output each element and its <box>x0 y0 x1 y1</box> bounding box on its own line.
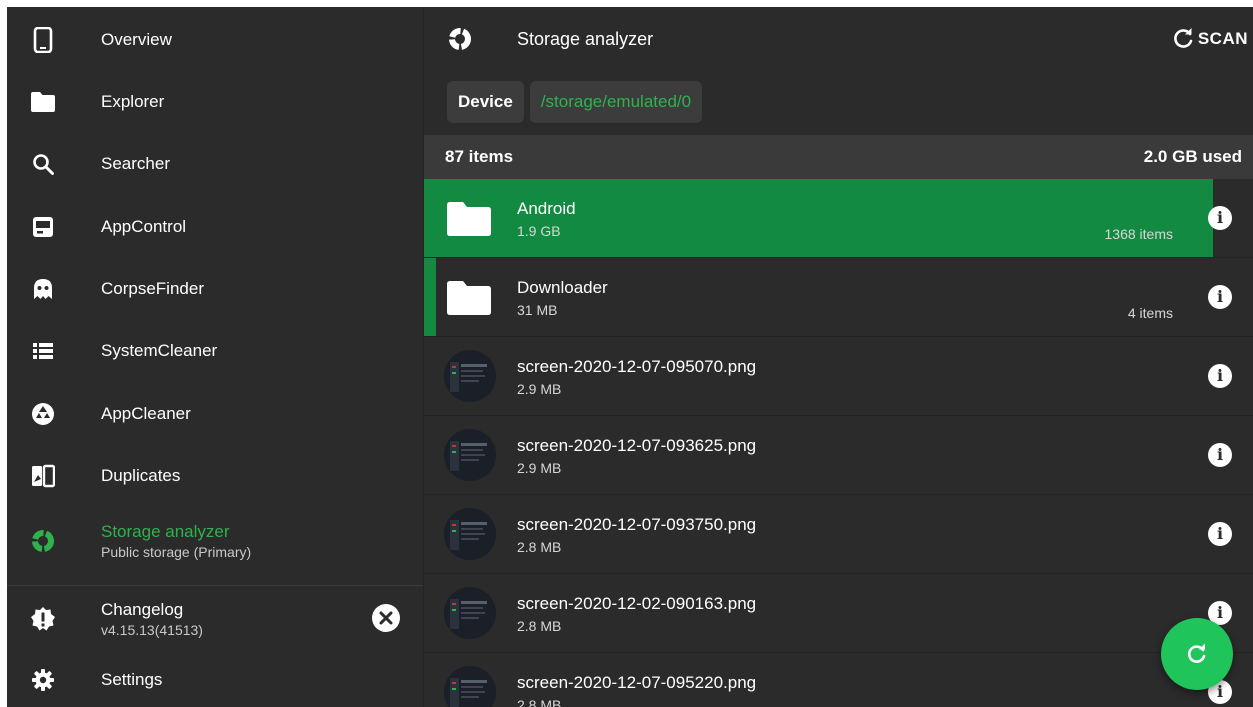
duplicates-icon <box>30 463 56 489</box>
file-size: 2.9 MB <box>517 381 562 397</box>
nav-item-systemcleaner[interactable]: SystemCleaner <box>7 320 423 382</box>
image-thumbnail <box>444 666 496 707</box>
recycle-icon <box>30 401 56 427</box>
navigation-drawer: Overview Explorer Searcher AppControl Co <box>7 7 423 707</box>
nav-label: SystemCleaner <box>101 341 218 360</box>
app-window-icon <box>30 214 56 240</box>
info-icon[interactable]: i <box>1208 364 1232 388</box>
file-row[interactable]: Android 1.9 GB 1368 items i <box>424 179 1253 258</box>
file-name: Android <box>517 199 576 218</box>
info-icon[interactable]: i <box>1208 443 1232 467</box>
used-space: 2.0 GB used <box>1143 147 1242 166</box>
nav-label: Searcher <box>101 154 170 173</box>
scan-button[interactable]: SCAN <box>1172 25 1248 53</box>
nav-sublabel: v4.15.13(41513) <box>101 622 203 638</box>
item-count: 1368 items <box>1104 226 1173 242</box>
item-count: 87 items <box>445 147 514 166</box>
folder-icon <box>446 280 492 316</box>
file-name: Downloader <box>517 278 608 297</box>
file-row[interactable]: screen-2020-12-07-095070.png 2.9 MB i <box>424 337 1253 416</box>
nav-label: Settings <box>101 670 163 689</box>
nav-label: Changelog <box>101 600 184 619</box>
nav-label: AppCleaner <box>101 404 191 423</box>
folder-icon <box>30 89 56 115</box>
nav-item-duplicates[interactable]: Duplicates <box>7 445 423 507</box>
dismiss-changelog-button[interactable] <box>372 604 400 632</box>
file-name: screen-2020-12-07-093750.png <box>517 515 757 534</box>
summary-bar: 87 items 2.0 GB used <box>424 135 1253 179</box>
breadcrumb-device[interactable]: Device <box>447 81 524 123</box>
close-icon <box>379 611 393 625</box>
page-title: Storage analyzer <box>517 29 654 49</box>
toolbar: Storage analyzer SCAN <box>424 7 1253 71</box>
usage-bar <box>424 258 437 336</box>
file-name: screen-2020-12-07-095220.png <box>517 673 757 692</box>
folder-icon <box>446 201 492 237</box>
refresh-icon <box>1188 643 1206 663</box>
file-list[interactable]: Android 1.9 GB 1368 items i Downloader 31 MB 4… <box>424 179 1253 707</box>
file-row[interactable]: screen-2020-12-02-090163.png 2.8 MB i <box>424 574 1253 653</box>
info-icon[interactable]: i <box>1208 522 1232 546</box>
nav-item-searcher[interactable]: Searcher <box>7 133 423 195</box>
image-thumbnail <box>444 587 496 639</box>
breadcrumb: Device /storage/emulated/0 <box>447 81 703 123</box>
drawer-divider <box>7 585 423 586</box>
item-count: 4 items <box>1127 305 1173 321</box>
pie-chart-icon <box>30 528 56 554</box>
file-row[interactable]: screen-2020-12-07-093625.png 2.9 MB i <box>424 416 1253 495</box>
scan-label: SCAN <box>1197 29 1248 48</box>
nav-item-appcontrol[interactable]: AppControl <box>7 196 423 258</box>
nav-item-explorer[interactable]: Explorer <box>7 71 423 133</box>
refresh-fab[interactable] <box>1161 618 1233 690</box>
file-name: screen-2020-12-07-093625.png <box>517 436 757 455</box>
image-thumbnail <box>444 350 496 402</box>
file-name: screen-2020-12-07-095070.png <box>517 357 757 376</box>
refresh-icon <box>1173 28 1193 48</box>
file-name: screen-2020-12-02-090163.png <box>517 594 757 613</box>
breadcrumb-path[interactable]: /storage/emulated/0 <box>529 81 703 123</box>
pie-chart-icon <box>448 27 472 51</box>
image-thumbnail <box>444 508 496 560</box>
nav-label: CorpseFinder <box>101 279 204 298</box>
nav-item-settings[interactable]: Settings <box>7 649 423 707</box>
file-size: 31 MB <box>517 302 558 318</box>
list-icon <box>30 338 56 364</box>
nav-label: Duplicates <box>101 466 181 485</box>
file-row[interactable]: screen-2020-12-07-095220.png 2.8 MB i <box>424 653 1253 707</box>
nav-sublabel: Public storage (Primary) <box>101 544 252 560</box>
file-size: 2.8 MB <box>517 539 562 555</box>
image-thumbnail <box>444 429 496 481</box>
storage-analyzer-panel: Storage analyzer SCAN Device /storage/em… <box>423 7 1253 707</box>
info-icon[interactable]: i <box>1208 285 1232 309</box>
info-icon[interactable]: i <box>1208 206 1232 230</box>
ghost-icon <box>30 276 56 302</box>
nav-item-storage-analyzer[interactable]: Storage analyzer Public storage (Primary… <box>7 509 423 573</box>
gear-icon <box>30 667 56 693</box>
nav-label: Overview <box>101 30 172 49</box>
nav-label: Storage analyzer <box>101 522 230 541</box>
nav-item-appcleaner[interactable]: AppCleaner <box>7 383 423 445</box>
nav-label: Explorer <box>101 92 165 111</box>
nav-label: AppControl <box>101 217 187 236</box>
search-icon <box>30 151 56 177</box>
app-window: Overview Explorer Searcher AppControl Co <box>7 7 1253 707</box>
file-size: 2.8 MB <box>517 697 562 707</box>
nav-item-corpsefinder[interactable]: CorpseFinder <box>7 258 423 320</box>
nav-item-overview[interactable]: Overview <box>7 9 423 71</box>
file-row[interactable]: screen-2020-12-07-093750.png 2.8 MB i <box>424 495 1253 574</box>
alert-badge-icon <box>30 606 56 632</box>
file-row[interactable]: Downloader 31 MB 4 items i <box>424 258 1253 337</box>
nav-item-changelog[interactable]: Changelog v4.15.13(41513) <box>7 587 423 651</box>
file-size: 2.8 MB <box>517 618 562 634</box>
phone-icon <box>30 27 56 53</box>
file-size: 1.9 GB <box>517 223 561 239</box>
file-size: 2.9 MB <box>517 460 562 476</box>
